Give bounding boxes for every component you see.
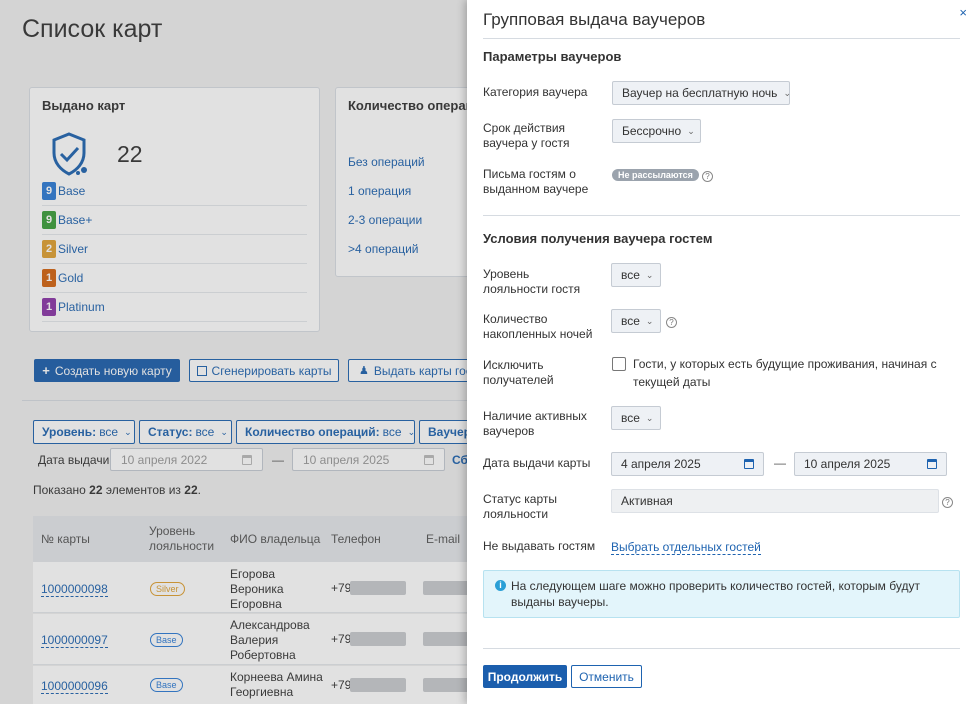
exclude-guests-label: Не выдавать гостям [483,539,596,553]
chevron-down-icon: ⌄ [645,412,654,423]
help-icon[interactable]: ? [666,317,677,328]
letters-status-badge: Не рассылаются [612,169,699,181]
card-date-label: Дата выдачи карты [483,456,591,470]
close-icon[interactable]: × [959,5,967,20]
date-dash: — [774,456,786,470]
nights-select[interactable]: все ⌄ [611,309,661,333]
chevron-down-icon: ⌄ [645,315,654,326]
continue-button[interactable]: Продолжить [483,665,567,688]
exclude-text: Гости, у которых есть будущие проживания… [633,357,937,389]
info-text: На следующем шаге можно проверить количе… [511,579,920,609]
category-label: Категория ваучера [483,85,588,99]
info-icon: i [495,580,506,591]
card-date-from-input[interactable]: 4 апреля 2025 [611,452,764,476]
active-vouchers-select[interactable]: все ⌄ [611,406,661,430]
select-guests-link[interactable]: Выбрать отдельных гостей [611,540,761,555]
divider [483,38,960,39]
calendar-icon [927,459,937,469]
card-status-field: Активная [611,489,939,513]
section-title: Параметры ваучеров [483,49,622,64]
validity-label: Срок действия ваучера у гостя [483,121,570,150]
card-date-to-input[interactable]: 10 апреля 2025 [794,452,947,476]
chevron-down-icon: ⌄ [645,269,654,280]
chevron-down-icon: ⌄ [687,125,695,136]
active-vouchers-label: Наличие активных ваучеров [483,409,587,438]
exclude-checkbox[interactable] [612,357,626,371]
letters-label: Письма гостям о выданном ваучере [483,167,589,196]
help-icon[interactable]: ? [702,171,713,182]
help-icon[interactable]: ? [942,497,953,508]
exclude-label: Исключить получателей [483,358,554,387]
divider [483,215,960,216]
category-select[interactable]: Ваучер на бесплатную ночь ⌄ [612,81,791,105]
divider [483,648,960,649]
bulk-voucher-panel: Групповая выдача ваучеров × Параметры ва… [467,0,976,704]
level-label: Уровень лояльности гостя [483,267,581,296]
calendar-icon [744,459,754,469]
info-alert: i На следующем шаге можно проверить коли… [483,570,960,618]
chevron-down-icon: ⌄ [783,87,791,98]
validity-select[interactable]: Бессрочно ⌄ [612,119,701,143]
panel-title: Групповая выдача ваучеров [483,10,706,29]
cancel-button[interactable]: Отменить [571,665,642,688]
card-status-label: Статус карты лояльности [483,492,557,521]
nights-label: Количество накопленных ночей [483,312,593,341]
level-select[interactable]: все ⌄ [611,263,661,287]
section-title: Условия получения ваучера гостем [483,231,713,246]
